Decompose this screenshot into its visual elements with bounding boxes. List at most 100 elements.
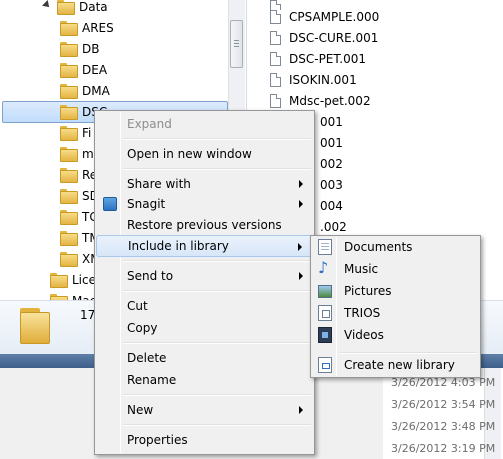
folder-large-icon	[16, 306, 56, 346]
menu-item-share-with[interactable]: Share with	[96, 173, 313, 195]
menu-item-label: Documents	[344, 240, 413, 254]
menu-item-send-to[interactable]: Send to	[96, 265, 313, 287]
folder-icon	[60, 189, 78, 204]
menu-item-delete[interactable]: Delete	[96, 347, 313, 369]
submenu-item-trios[interactable]: TRIOS	[312, 302, 479, 324]
file-row[interactable]: 003	[312, 174, 343, 195]
menu-item-label: Snagit	[127, 197, 166, 211]
snagit-icon	[103, 197, 117, 211]
details-item-count: 17	[80, 308, 96, 322]
menu-item-label: Include in library	[128, 239, 229, 253]
menu-separator	[123, 168, 311, 170]
library-icon	[318, 305, 332, 321]
file-row[interactable]: 001	[312, 132, 343, 153]
folder-icon	[57, 0, 75, 15]
file-row[interactable]: DSC-PET.001	[270, 48, 366, 69]
file-name: 004	[320, 198, 343, 213]
tree-item-fi[interactable]: Fi	[60, 122, 91, 143]
file-row[interactable]: ISOKIN.001	[270, 69, 357, 90]
folder-icon	[60, 168, 78, 183]
scroll-grip-line	[234, 40, 239, 41]
videos-library-icon	[318, 327, 332, 343]
music-library-icon	[318, 258, 332, 277]
scroll-grip-line	[234, 46, 239, 47]
file-name: 003	[320, 177, 343, 192]
menu-item-label: Open in new window	[127, 147, 252, 161]
menu-item-label: Expand	[127, 117, 172, 131]
tree-item-label: m	[82, 146, 94, 161]
menu-item-label: Videos	[344, 328, 384, 342]
menu-item-label: Send to	[127, 269, 174, 283]
folder-icon	[60, 147, 78, 162]
file-row[interactable]: 002	[312, 153, 343, 174]
file-icon	[270, 72, 281, 87]
menu-separator	[123, 260, 311, 262]
submenu-arrow-icon	[299, 272, 303, 280]
tree-item-label: DEA	[82, 62, 108, 77]
tree-item-m[interactable]: m	[60, 143, 94, 164]
menu-separator	[123, 138, 311, 140]
menu-item-label: TRIOS	[344, 306, 381, 320]
submenu-arrow-icon	[299, 406, 303, 414]
file-name: Mdsc-pet.002	[289, 93, 371, 108]
folder-icon	[60, 126, 78, 141]
folder-icon	[60, 252, 78, 267]
tree-item-ares[interactable]: ARES	[60, 17, 114, 38]
menu-item-expand: Expand	[96, 113, 313, 135]
menu-item-label: Music	[344, 262, 379, 276]
tree-item-label: ARES	[82, 20, 114, 35]
tree-item-re[interactable]: Re	[60, 164, 97, 185]
submenu-item-pictures[interactable]: Pictures	[312, 280, 479, 302]
menu-item-properties[interactable]: Properties	[96, 429, 313, 451]
menu-separator	[123, 394, 311, 396]
menu-item-label: New	[127, 403, 154, 417]
folder-icon	[50, 273, 68, 288]
menu-item-cut[interactable]: Cut	[96, 295, 313, 317]
file-icon	[270, 9, 281, 24]
menu-item-include-in-library[interactable]: Include in library	[96, 235, 313, 257]
menu-item-snagit[interactable]: Snagit	[96, 193, 313, 215]
menu-item-new[interactable]: New	[96, 399, 313, 421]
menu-item-label: Copy	[127, 321, 158, 335]
tree-item-data[interactable]: Data	[42, 0, 108, 17]
menu-separator	[123, 342, 311, 344]
menu-separator	[123, 424, 311, 426]
tree-item-lice[interactable]: Lice	[50, 269, 96, 290]
menu-item-label: Cut	[127, 299, 148, 313]
file-icon	[270, 93, 281, 108]
submenu-item-create-new-library[interactable]: Create new library	[312, 354, 479, 376]
date-modified-cell: 3/26/2012 3:48 PM	[391, 419, 496, 433]
file-row[interactable]: CPSAMPLE.000	[270, 6, 379, 27]
menu-separator	[123, 290, 311, 292]
menu-item-label: Create new library	[344, 358, 455, 372]
tree-item-tg[interactable]: TG	[60, 206, 99, 227]
tree-item-label: Lice	[72, 272, 96, 287]
submenu-item-videos[interactable]: Videos	[312, 324, 479, 346]
file-row[interactable]: .002	[312, 216, 347, 237]
submenu-arrow-icon	[299, 180, 303, 188]
file-name: 001	[320, 114, 343, 129]
file-row[interactable]: Mdsc-pet.002	[270, 90, 371, 111]
menu-item-restore-previous-versions[interactable]: Restore previous versions	[96, 214, 313, 236]
tree-item-dea[interactable]: DEA	[60, 59, 107, 80]
folder-icon	[60, 21, 78, 36]
scrollbar-thumb[interactable]	[230, 20, 243, 68]
file-row[interactable]: 001	[312, 111, 343, 132]
menu-item-label: Properties	[127, 433, 188, 447]
folder-icon	[60, 84, 78, 99]
file-name: 001	[320, 135, 343, 150]
tree-item-db[interactable]: DB	[60, 38, 99, 59]
pictures-library-icon	[318, 285, 332, 298]
tree-item-label: DB	[82, 41, 100, 56]
file-row[interactable]: DSC-CURE.001	[270, 27, 378, 48]
documents-library-icon	[318, 239, 332, 255]
file-row[interactable]: 004	[312, 195, 343, 216]
tree-item-dma[interactable]: DMA	[60, 80, 110, 101]
menu-item-label: Restore previous versions	[127, 218, 282, 232]
submenu-item-documents[interactable]: Documents	[312, 236, 479, 258]
submenu-item-music[interactable]: Music	[312, 258, 479, 280]
expand-arrow-icon[interactable]	[42, 2, 51, 11]
menu-item-rename[interactable]: Rename	[96, 369, 313, 391]
menu-item-open-new-window[interactable]: Open in new window	[96, 143, 313, 165]
menu-item-copy[interactable]: Copy	[96, 317, 313, 339]
